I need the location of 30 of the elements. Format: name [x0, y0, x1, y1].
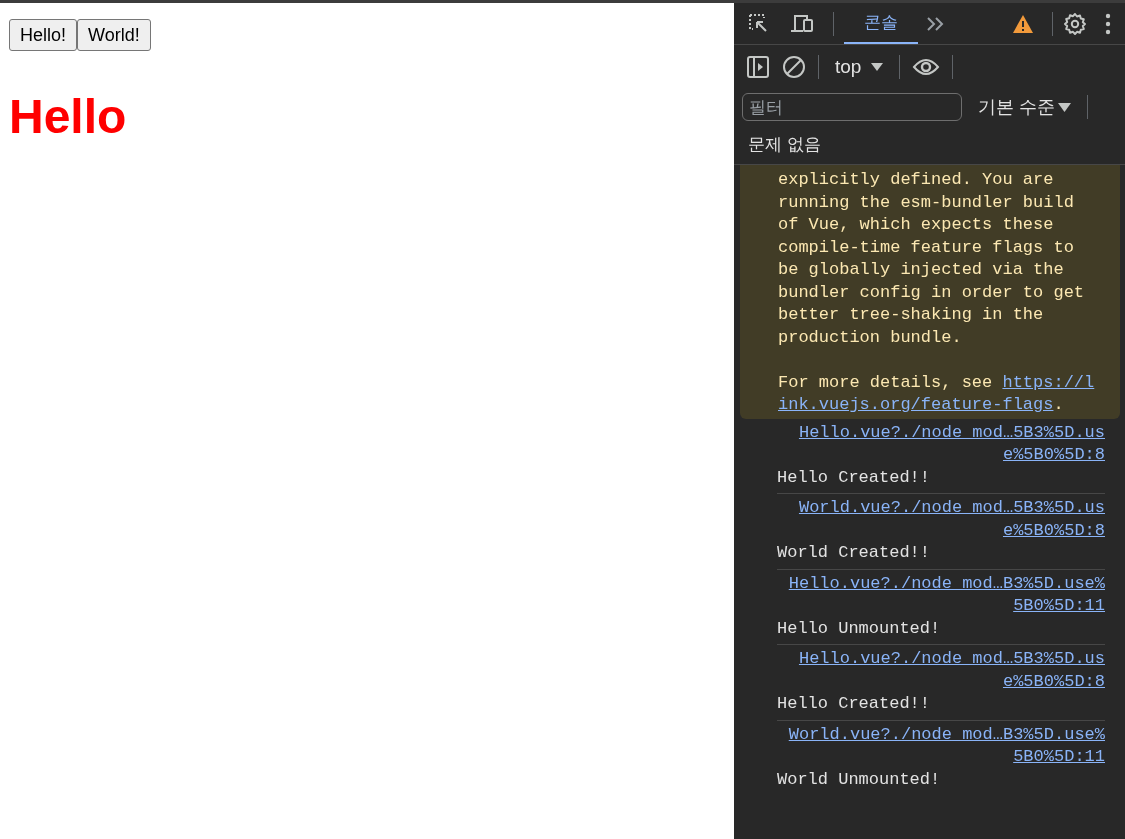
log-message: Hello Unmounted!	[777, 617, 942, 640]
details-text: For more details, see https://l ink.vuejs.org/feature-flags.	[778, 371, 1096, 416]
source-link[interactable]: Hello.vue?./node_mod…5B3%5D.use%5B0%5D:8	[781, 421, 1105, 467]
docs-link[interactable]: ink.vuejs.org/feature-flags	[778, 395, 1054, 414]
eye-icon[interactable]	[912, 57, 941, 77]
warning-icon[interactable]	[1012, 13, 1034, 34]
source-link[interactable]: Hello.vue?./node_mod…5B3%5D.use%5B0%5D:8	[781, 648, 1105, 693]
context-dropdown[interactable]: top	[831, 56, 888, 78]
levels-dropdown[interactable]: 기본 수준	[974, 95, 1075, 119]
settings-icon[interactable]	[1063, 11, 1087, 36]
caret-icon	[871, 63, 884, 71]
page-heading: Hello	[9, 91, 127, 144]
source-link[interactable]: World.vue?./node_mod…5B3%5D.use%5B0%5D:8	[781, 497, 1105, 542]
source-link[interactable]: World.vue?./node_mod…B3%5D.use%5B0%5D:11	[781, 723, 1105, 769]
sidebar-icon[interactable]	[746, 55, 770, 79]
clear-icon[interactable]	[782, 55, 806, 79]
log-message: World Created!!	[777, 542, 932, 564]
docs-link[interactable]: https://l	[1002, 372, 1095, 392]
caret-icon	[1058, 102, 1071, 112]
console-tab[interactable]: 콘솔	[844, 3, 918, 44]
warning-text: explicitly defined. You are running the esm-bundler build of Vue, which expects these compile-time feature flags to be globally injected via the bundler config in order to get better tree-shaking in the production bundle.	[778, 169, 1086, 349]
log-message: World Unmounted!	[777, 768, 942, 791]
menu-icon[interactable]	[1105, 12, 1111, 35]
more-tabs-icon[interactable]	[926, 15, 946, 32]
log-message: Hello Created!!	[777, 693, 932, 715]
page-button[interactable]: Hello!	[9, 19, 78, 51]
log-message: Hello Created!!	[777, 466, 932, 489]
page-button[interactable]: World!	[77, 19, 151, 51]
source-link[interactable]: Hello.vue?./node_mod…B3%5D.use%5B0%5D:11	[781, 572, 1105, 618]
filter-field[interactable]: 필터	[742, 93, 962, 121]
